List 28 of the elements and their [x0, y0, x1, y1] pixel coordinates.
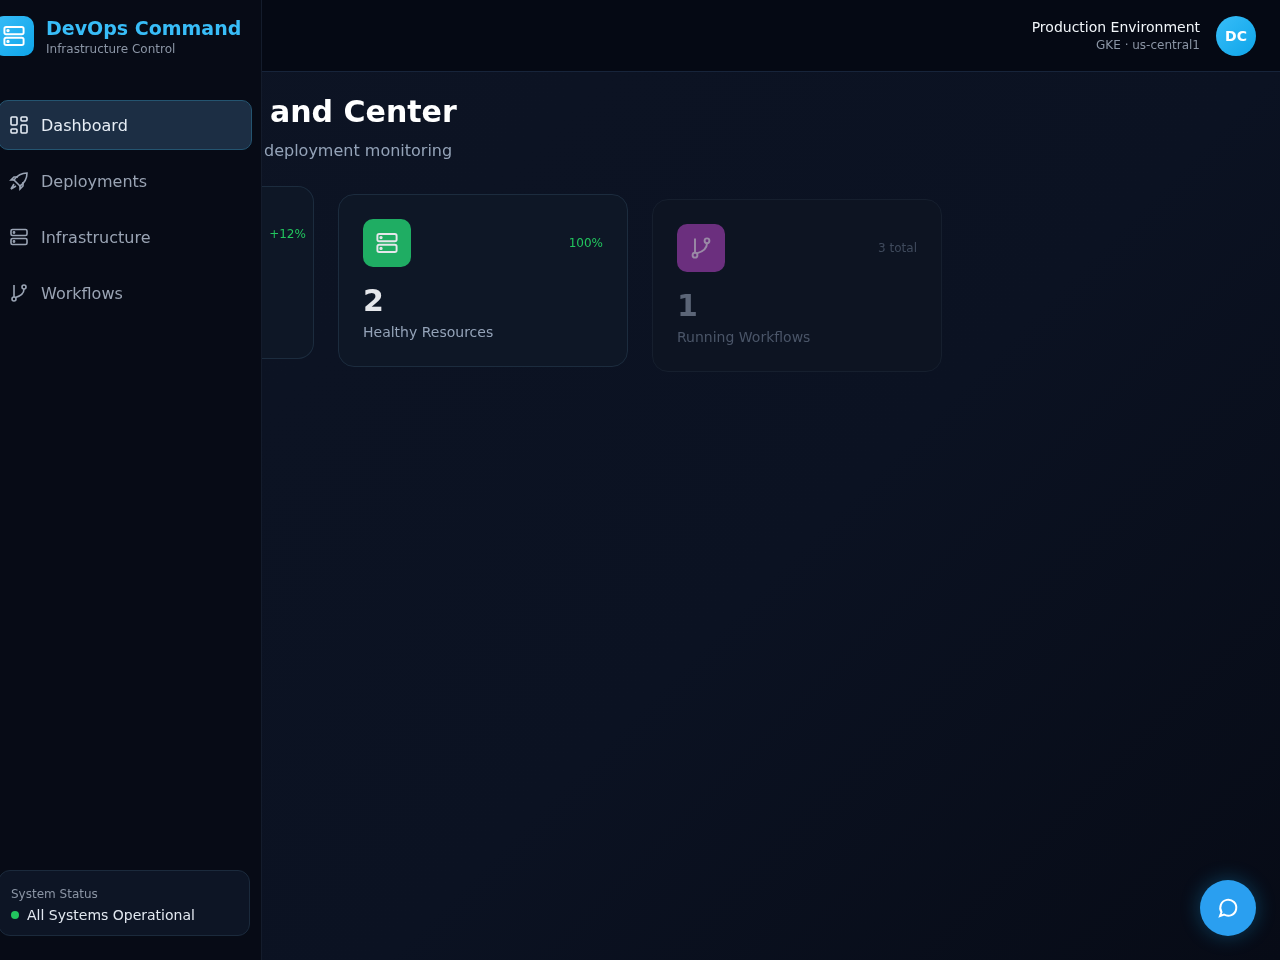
status-text: All Systems Operational	[27, 907, 195, 923]
chat-icon	[1216, 896, 1240, 920]
cluster-name: GKE · us-central1	[1095, 38, 1200, 52]
stat-value: 2	[363, 283, 385, 318]
grid-icon	[9, 115, 29, 135]
stat-label: Running Workflows	[677, 329, 812, 345]
stat-value: 1	[677, 288, 699, 323]
app-subtitle: Infrastructure Control	[46, 41, 177, 56]
chat-button[interactable]	[1200, 880, 1256, 936]
server-icon	[9, 227, 29, 247]
branch-icon	[9, 283, 29, 303]
stat-label: Healthy Resources	[363, 324, 495, 340]
stat-note: 100%	[568, 236, 603, 250]
sidebar-item[interactable]: Infrastructure	[0, 212, 252, 262]
server-icon	[375, 231, 399, 255]
branch-icon	[689, 236, 713, 260]
sidebar-item[interactable]: Dashboard	[0, 100, 252, 150]
app-title: DevOps Command	[46, 16, 242, 39]
page-title: and Center	[270, 94, 458, 129]
environment-name: Production Environment	[1031, 19, 1200, 35]
trend-text: +12%	[269, 227, 306, 243]
stat-note: 3 total	[878, 241, 917, 255]
sidebar-item[interactable]: Deployments	[0, 156, 252, 206]
rocket-icon	[9, 171, 29, 191]
server-icon	[2, 24, 26, 48]
status-label: System Status	[11, 887, 99, 901]
sidebar-item[interactable]: Workflows	[0, 268, 252, 318]
page-subtitle: deployment monitoring	[264, 141, 454, 160]
